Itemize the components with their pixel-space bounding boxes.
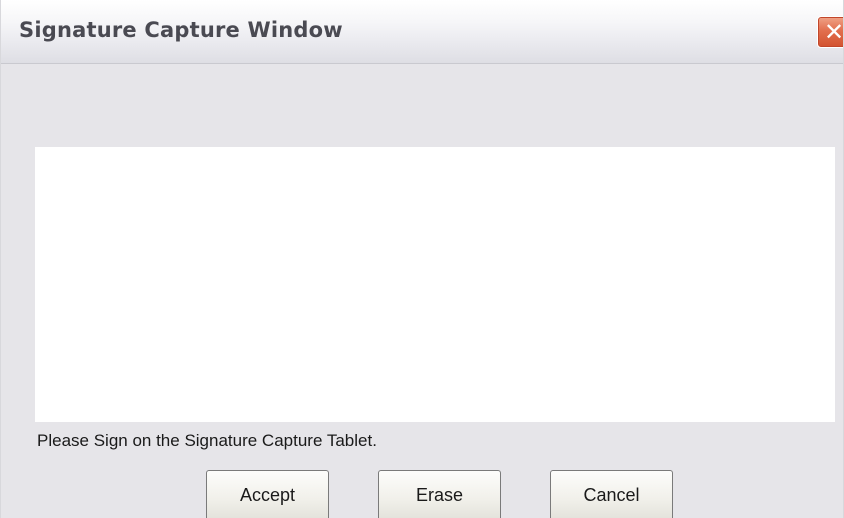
erase-button[interactable]: Erase <box>378 470 501 518</box>
accept-button[interactable]: Accept <box>206 470 329 518</box>
window-title: Signature Capture Window <box>19 18 343 42</box>
close-button[interactable]: ✕ <box>817 16 844 48</box>
instruction-text: Please Sign on the Signature Capture Tab… <box>37 431 377 450</box>
cancel-button[interactable]: Cancel <box>550 470 673 518</box>
title-bar[interactable]: Signature Capture Window ✕ <box>1 0 844 64</box>
signature-pad[interactable] <box>35 147 835 422</box>
signature-capture-window: Signature Capture Window ✕ Please Sign o… <box>0 0 844 518</box>
close-icon: ✕ <box>824 18 844 46</box>
